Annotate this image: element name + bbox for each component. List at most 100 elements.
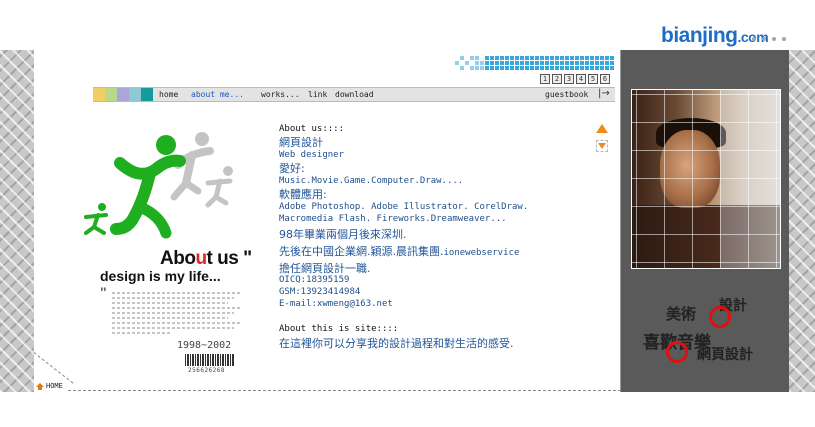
panel-bottom-divider <box>68 390 621 391</box>
page-number-button[interactable]: 5 <box>588 74 598 84</box>
mosaic-pixel <box>460 66 464 70</box>
mosaic-pixel <box>595 61 599 65</box>
mosaic-pixel <box>525 56 529 60</box>
mosaic-pixel <box>490 56 494 60</box>
decorative-fine-text-lines <box>112 292 240 337</box>
page-number-button[interactable]: 1 <box>540 74 550 84</box>
mosaic-pixel <box>535 66 539 70</box>
nav-item-works[interactable]: works... <box>261 90 300 99</box>
mosaic-pixel <box>470 56 474 60</box>
logo-main: bianjing <box>661 24 738 47</box>
color-swatch <box>129 88 141 101</box>
tag-art: 美術 <box>666 305 697 323</box>
home-link[interactable]: HOME <box>36 382 63 390</box>
history-line-2-en: ionewebservice <box>443 248 520 258</box>
mosaic-pixel <box>600 61 604 65</box>
mosaic-pixel <box>610 56 614 60</box>
mosaic-pixel <box>570 61 574 65</box>
nav-item-link[interactable]: link <box>308 90 327 99</box>
home-link-label: HOME <box>46 382 63 390</box>
mosaic-pixel <box>595 66 599 70</box>
mosaic-pixel <box>545 66 549 70</box>
mosaic-pixel <box>600 56 604 60</box>
diamond-plate-right-border <box>789 50 815 392</box>
mosaic-pixel <box>590 61 594 65</box>
mosaic-pixel <box>605 56 609 60</box>
mosaic-pixel <box>555 56 559 60</box>
hobby-label: 愛好: <box>279 162 305 175</box>
mosaic-pixel <box>585 66 589 70</box>
page-number-selector: 123456 <box>540 74 610 84</box>
page-number-button[interactable]: 6 <box>600 74 610 84</box>
mosaic-pixel <box>585 56 589 60</box>
mosaic-pixel <box>500 61 504 65</box>
mosaic-pixel <box>570 66 574 70</box>
mosaic-pixel <box>530 56 534 60</box>
page-number-button[interactable]: 2 <box>552 74 562 84</box>
site-heading: About this is site:::: <box>279 324 399 334</box>
mosaic-pixel <box>505 66 509 70</box>
mosaic-pixel <box>575 66 579 70</box>
grey-figure-small <box>205 166 233 208</box>
nav-item-guestbook[interactable]: guestbook <box>545 90 588 99</box>
mosaic-pixel <box>530 61 534 65</box>
mosaic-pixel <box>495 56 499 60</box>
oicq-text: OICQ:18395159 <box>279 275 350 285</box>
fine-text-line <box>112 292 240 294</box>
page-number-button[interactable]: 4 <box>576 74 586 84</box>
nav-item-home[interactable]: home <box>159 90 178 99</box>
mosaic-pixel <box>555 61 559 65</box>
about-us-title: About us " <box>160 248 252 270</box>
fine-text-line <box>112 332 172 334</box>
about-title-zh: 網頁設計 <box>279 136 323 149</box>
profile-photo <box>631 89 781 269</box>
mosaic-pixel <box>495 66 499 70</box>
mosaic-pixel <box>610 61 614 65</box>
site-description: 在這裡你可以分享我的設計過程和對生活的感受. <box>279 337 514 350</box>
about-heading: About us:::: <box>279 124 345 134</box>
nav-next-arrow-icon[interactable]: |→ <box>598 88 610 99</box>
mosaic-pixel <box>520 61 524 65</box>
mosaic-pixel <box>535 56 539 60</box>
fine-text-line <box>112 307 240 309</box>
color-swatch <box>105 88 117 101</box>
mosaic-pixel <box>535 61 539 65</box>
mosaic-pixel <box>605 66 609 70</box>
pixel-mosaic-decoration <box>455 56 615 72</box>
scroll-up-arrow-icon[interactable] <box>596 124 608 133</box>
mosaic-pixel <box>460 56 464 60</box>
software-label: 軟體應用: <box>279 188 327 201</box>
mosaic-pixel <box>485 56 489 60</box>
mosaic-pixel <box>455 61 459 65</box>
mosaic-pixel <box>475 61 479 65</box>
mosaic-pixel <box>590 66 594 70</box>
nav-item-about-me[interactable]: about me... <box>191 90 244 99</box>
mosaic-pixel <box>515 56 519 60</box>
nav-item-download[interactable]: download <box>335 90 374 99</box>
email-text[interactable]: E-mail:xwmeng@163.net <box>279 299 393 309</box>
page-number-button[interactable]: 3 <box>564 74 574 84</box>
color-swatch <box>117 88 129 101</box>
mosaic-pixel <box>530 66 534 70</box>
green-figure-main <box>110 135 186 239</box>
mosaic-pixel <box>500 56 504 60</box>
mosaic-pixel <box>545 56 549 60</box>
mosaic-pixel <box>545 61 549 65</box>
about-title-end: t us " <box>206 248 253 269</box>
mosaic-pixel <box>510 56 514 60</box>
mosaic-pixel <box>540 66 544 70</box>
mosaic-pixel <box>505 56 509 60</box>
mosaic-pixel <box>520 66 524 70</box>
mosaic-pixel <box>525 61 529 65</box>
color-swatch <box>93 88 105 101</box>
mosaic-pixel <box>565 66 569 70</box>
mosaic-pixel <box>470 66 474 70</box>
mosaic-pixel <box>580 66 584 70</box>
design-tagline: design is my life... <box>100 268 221 284</box>
scroll-down-arrow-icon[interactable] <box>596 140 608 152</box>
mosaic-pixel <box>480 66 484 70</box>
mosaic-pixel <box>550 56 554 60</box>
mosaic-pixel <box>575 61 579 65</box>
diamond-plate-left-border <box>0 50 34 392</box>
mosaic-pixel <box>570 56 574 60</box>
